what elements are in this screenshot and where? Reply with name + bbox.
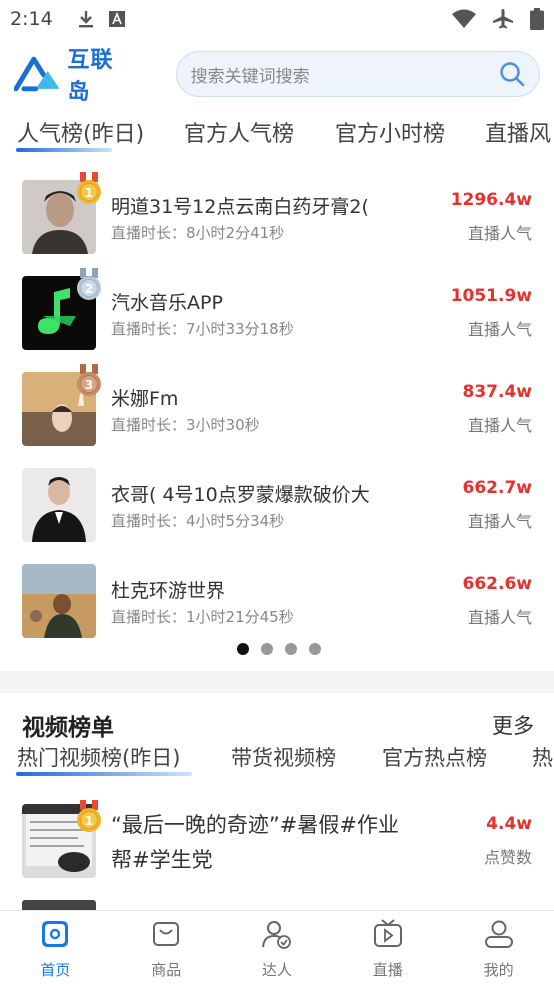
logo-text: 互联岛 <box>67 48 114 105</box>
item-title: 米娜Fm <box>111 388 179 410</box>
carousel-dots <box>0 643 554 655</box>
nav-label: 商品 <box>151 961 182 979</box>
user-icon <box>484 920 513 948</box>
carousel-dot[interactable] <box>285 643 297 655</box>
carousel-dot[interactable] <box>309 643 321 655</box>
search-input[interactable]: 搜索关键词搜索 <box>175 51 540 97</box>
rank-item-1[interactable]: 1 明道31号12点云南白药牙膏2( 直播时长：8小时2分41秒 1296.4w… <box>0 168 554 264</box>
bag-icon <box>153 922 180 946</box>
tab-sales-video[interactable]: 带货视频榜 <box>231 742 336 772</box>
rank-item-3[interactable]: 3 米娜Fm 直播时长：3小时30秒 837.4w 直播人气 <box>0 360 554 456</box>
gold-medal-icon: 1 <box>77 800 101 832</box>
svg-text:2: 2 <box>85 282 93 296</box>
bronze-medal-icon: 3 <box>77 364 101 396</box>
video-tabs: 热门视频榜(昨日) 带货视频榜 官方热点榜 热 <box>0 740 554 776</box>
nav-label: 达人 <box>261 961 292 979</box>
active-tab-indicator <box>16 148 112 152</box>
nav-home[interactable]: 首页 <box>0 911 111 984</box>
carousel-dot[interactable] <box>261 643 273 655</box>
active-video-tab-indicator <box>16 772 192 776</box>
item-value: 662.6w <box>462 574 532 594</box>
video-item-1[interactable]: 1 “最后一晚的奇迹”#暑假#作业帮#学生党 4.4w 点赞数 <box>0 800 554 890</box>
tab-popularity-yesterday[interactable]: 人气榜(昨日) <box>17 116 144 148</box>
text-a-icon <box>108 11 125 27</box>
tab-official-hourly[interactable]: 官方小时榜 <box>335 116 445 148</box>
item-value: 662.7w <box>462 478 532 498</box>
video-likes-label: 点赞数 <box>483 848 532 867</box>
nav-label: 我的 <box>483 961 514 979</box>
avatar <box>22 468 96 542</box>
tab-official-popularity[interactable]: 官方人气榜 <box>184 116 294 148</box>
nav-live[interactable]: 直播 <box>332 911 443 984</box>
item-label: 直播人气 <box>467 224 532 243</box>
avatar <box>22 564 96 638</box>
tab-hot-video-yesterday[interactable]: 热门视频榜(昨日) <box>17 742 180 772</box>
item-label: 直播人气 <box>467 320 532 339</box>
rank-item-5[interactable]: 杜克环游世界 直播时长：1小时21分45秒 662.6w 直播人气 <box>0 552 554 648</box>
gold-medal-icon: 1 <box>77 172 101 204</box>
wifi-icon <box>452 9 476 28</box>
person-check-icon <box>261 921 291 949</box>
item-title: 杜克环游世界 <box>111 580 226 602</box>
tv-play-icon <box>373 919 402 947</box>
nav-influencers[interactable]: 达人 <box>222 911 333 984</box>
item-label: 直播人气 <box>467 512 532 531</box>
item-duration: 直播时长：4小时5分34秒 <box>111 512 285 530</box>
video-thumbnail-partial <box>22 900 96 910</box>
svg-text:1: 1 <box>85 814 93 828</box>
header: 互联岛 搜索关键词搜索 <box>0 46 554 105</box>
item-title: 衣哥( 4号10点罗蒙爆款破价大 <box>111 484 370 506</box>
tab-hot-more[interactable]: 热 <box>532 742 553 772</box>
item-value: 1296.4w <box>450 190 532 210</box>
status-time: 2:14 <box>10 8 53 30</box>
tab-live-style[interactable]: 直播风 <box>485 116 551 148</box>
logo-icon <box>14 56 60 92</box>
silver-medal-icon: 2 <box>77 268 101 300</box>
rank-item-2[interactable]: 2 汽水音乐APP 直播时长：7小时33分18秒 1051.9w 直播人气 <box>0 264 554 360</box>
svg-text:3: 3 <box>85 378 93 392</box>
airplane-icon <box>493 9 513 29</box>
rank-item-4[interactable]: 衣哥( 4号10点罗蒙爆款破价大 直播时长：4小时5分34秒 662.7w 直播… <box>0 456 554 552</box>
search-icon[interactable] <box>499 61 525 87</box>
section-title-video: 视频榜单 <box>22 715 114 741</box>
svg-text:1: 1 <box>85 186 93 200</box>
item-label: 直播人气 <box>467 416 532 435</box>
video-title: “最后一晚的奇迹”#暑假#作业帮#学生党 <box>111 813 399 872</box>
tab-official-hot[interactable]: 官方热点榜 <box>382 742 487 772</box>
download-icon <box>78 11 93 28</box>
home-icon <box>42 921 69 947</box>
item-value: 837.4w <box>462 382 532 402</box>
more-link[interactable]: 更多 <box>492 710 534 740</box>
section-divider <box>0 671 554 693</box>
item-title: 汽水音乐APP <box>111 292 223 314</box>
item-duration: 直播时长：1小时21分45秒 <box>111 608 294 626</box>
item-duration: 直播时长：8小时2分41秒 <box>111 224 285 242</box>
item-title: 明道31号12点云南白药牙膏2( <box>111 196 369 218</box>
carousel-dot[interactable] <box>237 643 249 655</box>
battery-icon <box>530 8 544 30</box>
item-duration: 直播时长：3小时30秒 <box>111 416 260 434</box>
item-duration: 直播时长：7小时33分18秒 <box>111 320 294 338</box>
video-likes-value: 4.4w <box>486 814 532 834</box>
app-logo[interactable]: 互联岛 <box>14 42 136 106</box>
item-label: 直播人气 <box>467 608 532 627</box>
status-bar: 2:14 <box>0 0 554 38</box>
nav-label: 直播 <box>372 961 403 979</box>
bottom-nav: 首页 商品 达人 直播 我的 <box>0 910 554 984</box>
item-value: 1051.9w <box>450 286 532 306</box>
nav-label: 首页 <box>40 961 71 979</box>
nav-products[interactable]: 商品 <box>111 911 222 984</box>
nav-mine[interactable]: 我的 <box>443 911 554 984</box>
search-placeholder: 搜索关键词搜索 <box>190 66 310 87</box>
